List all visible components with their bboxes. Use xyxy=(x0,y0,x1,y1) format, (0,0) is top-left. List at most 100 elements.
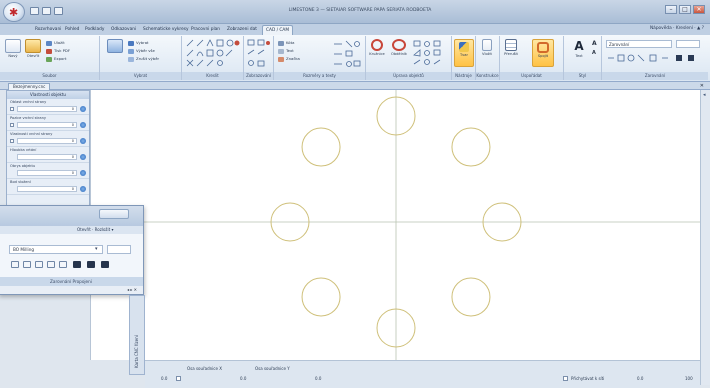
tab-zobrazeni-dat[interactable]: Zobrazeni dat xyxy=(224,25,260,35)
snap-checkbox[interactable] xyxy=(563,376,568,381)
app-logo-button[interactable]: ✱ xyxy=(3,2,25,22)
document-close-icon[interactable]: ✕ xyxy=(700,83,704,89)
tab-pracovni-plan[interactable]: Pracovni plan xyxy=(188,25,223,35)
hole-circle[interactable] xyxy=(451,277,491,317)
join-label: Spojit xyxy=(537,54,549,58)
close-button[interactable]: ✕ xyxy=(693,5,705,14)
tab-cad-cam[interactable]: CAD / CAM xyxy=(262,25,294,35)
join-icon xyxy=(537,42,549,53)
view-tools-icons[interactable] xyxy=(244,36,274,70)
size-combo[interactable] xyxy=(676,40,700,48)
help-links[interactable]: Nápověda · Kreslení · ▲ ? xyxy=(650,26,704,31)
ungroup-icon[interactable] xyxy=(87,261,95,268)
tool-combo[interactable]: BO Milling xyxy=(9,245,103,254)
align-center-icon[interactable] xyxy=(23,261,31,268)
property-value-field[interactable]: 0 xyxy=(17,106,77,112)
pick-point-icon[interactable] xyxy=(80,170,86,176)
style-combo[interactable]: Zarovnání xyxy=(606,40,672,48)
circle-tool-button[interactable]: Kružnice xyxy=(368,39,386,56)
select-small-3[interactable]: Zrušit výběr xyxy=(128,56,159,62)
select-button[interactable] xyxy=(106,39,124,53)
window-title: LIMESTONE 3 — SIETAIAR SOFTWARE PAPA SER… xyxy=(288,8,432,13)
minimize-button[interactable]: – xyxy=(665,5,677,14)
dim-small-1[interactable]: Kóta xyxy=(278,40,294,46)
maximize-button[interactable]: □ xyxy=(679,5,691,14)
secondary-combo[interactable] xyxy=(107,245,131,254)
property-row: Vlastnosti vrchní strany 0 xyxy=(7,131,89,147)
group-label-uprava: Úprava objektů xyxy=(366,72,451,80)
distribute-icon[interactable] xyxy=(47,261,55,268)
floating-window-quick-label[interactable]: Otevřít · Rozložit ▾ xyxy=(77,226,113,234)
select-small-2[interactable]: Výběr vše xyxy=(128,48,155,54)
property-value-field[interactable]: 0 xyxy=(17,122,77,128)
group-label-styl: Styl xyxy=(564,72,601,80)
status-checkbox[interactable] xyxy=(176,376,181,381)
pick-point-icon[interactable] xyxy=(80,154,86,160)
property-value-field[interactable]: 0 xyxy=(17,138,77,144)
quick-undo-icon[interactable] xyxy=(42,7,51,15)
rotate-icon[interactable] xyxy=(59,261,67,268)
group-label-zobrazovani: Zobrazování xyxy=(244,72,273,80)
folder-icon xyxy=(25,39,41,53)
dim-small-3[interactable]: Značka xyxy=(278,56,300,62)
properties-panel-title: Vlastnosti objektu xyxy=(7,91,89,99)
tab-pohled[interactable]: Pohled xyxy=(62,25,82,35)
hole-circle[interactable] xyxy=(451,127,491,167)
break-button[interactable]: Přerušit xyxy=(502,39,520,56)
property-checkbox[interactable] xyxy=(10,139,14,143)
drawing-svg[interactable] xyxy=(91,90,701,360)
text-style-button[interactable]: A Text xyxy=(570,39,588,58)
floating-ribbon-window[interactable]: Otevřít · Rozložit ▾ BO Milling ▾ Zarovn… xyxy=(0,205,144,295)
tab-podklady[interactable]: Podklady xyxy=(82,25,107,35)
ribbon-tabs: Rozvrhovani Pohled Podklady Odkazovani S… xyxy=(0,24,710,35)
draw-tools-icons[interactable] xyxy=(182,36,244,70)
align-tools-icons[interactable] xyxy=(606,52,706,64)
property-checkbox[interactable] xyxy=(10,123,14,127)
align-right-icon[interactable] xyxy=(35,261,43,268)
expand-arrow-icon[interactable]: ◂ xyxy=(703,92,706,98)
property-value-field[interactable]: 0 xyxy=(17,170,77,176)
export-small-button[interactable]: Export xyxy=(46,56,66,62)
document-tab[interactable]: Bezejmenny.cnc xyxy=(8,83,51,90)
dim-small-2[interactable]: Text xyxy=(278,48,294,54)
hole-circle[interactable] xyxy=(301,277,341,317)
hole-circle[interactable] xyxy=(301,127,341,167)
floating-window-quick-button[interactable] xyxy=(99,209,129,219)
pdf-small-button[interactable]: Tisk PDF xyxy=(46,48,70,54)
property-value-field[interactable]: 0 xyxy=(17,154,77,160)
chevron-down-icon[interactable]: ▾ xyxy=(95,246,98,252)
group-zarovnani: Zarovnání Zarovnání xyxy=(602,36,708,80)
pen-icon xyxy=(459,42,469,52)
tab-rozvrhovani[interactable]: Rozvrhovani xyxy=(32,25,64,35)
save-small-button[interactable]: Uložit xyxy=(46,40,65,46)
drawing-canvas[interactable] xyxy=(90,90,701,360)
font-size-down-icon[interactable]: A xyxy=(592,50,599,56)
group-icon[interactable] xyxy=(73,261,81,268)
select-small-1[interactable]: Vybrat xyxy=(128,40,149,46)
font-size-up-icon[interactable]: A xyxy=(592,40,599,47)
new-button[interactable]: Nový xyxy=(4,39,22,58)
quick-redo-icon[interactable] xyxy=(54,7,63,15)
floating-window-nav[interactable]: ◂ ▸ ✕ xyxy=(127,286,137,294)
dim-tools-icons[interactable] xyxy=(332,38,362,68)
join-button[interactable]: Spojit xyxy=(532,39,554,67)
tab-schematicke-vykresy[interactable]: Schematicke vykresy xyxy=(140,25,192,35)
tab-odkazovani[interactable]: Odkazovani xyxy=(108,25,139,35)
shape-tool-button[interactable]: Tvar xyxy=(454,39,474,67)
shape-tools-icons[interactable] xyxy=(412,38,448,68)
align-left-icon[interactable] xyxy=(11,261,19,268)
side-tab-cnc[interactable]: Karta CNC řízení xyxy=(129,295,145,375)
rect-tool-button[interactable]: Obdélník xyxy=(390,39,408,56)
floating-window-titlebar[interactable] xyxy=(0,206,143,226)
pick-point-icon[interactable] xyxy=(80,106,86,112)
pick-point-icon[interactable] xyxy=(80,122,86,128)
open-button[interactable]: Otevřít xyxy=(24,39,42,58)
status-bar: Osa souřadnice X Osa souřadnice Y 0.0 0.… xyxy=(145,360,700,388)
lock-icon[interactable] xyxy=(101,261,109,268)
property-value-field[interactable]: 0 xyxy=(17,186,77,192)
property-checkbox[interactable] xyxy=(10,107,14,111)
insert-button[interactable]: Vložit xyxy=(478,39,496,56)
pick-point-icon[interactable] xyxy=(80,186,86,192)
pick-point-icon[interactable] xyxy=(80,138,86,144)
quick-save-icon[interactable] xyxy=(30,7,39,15)
